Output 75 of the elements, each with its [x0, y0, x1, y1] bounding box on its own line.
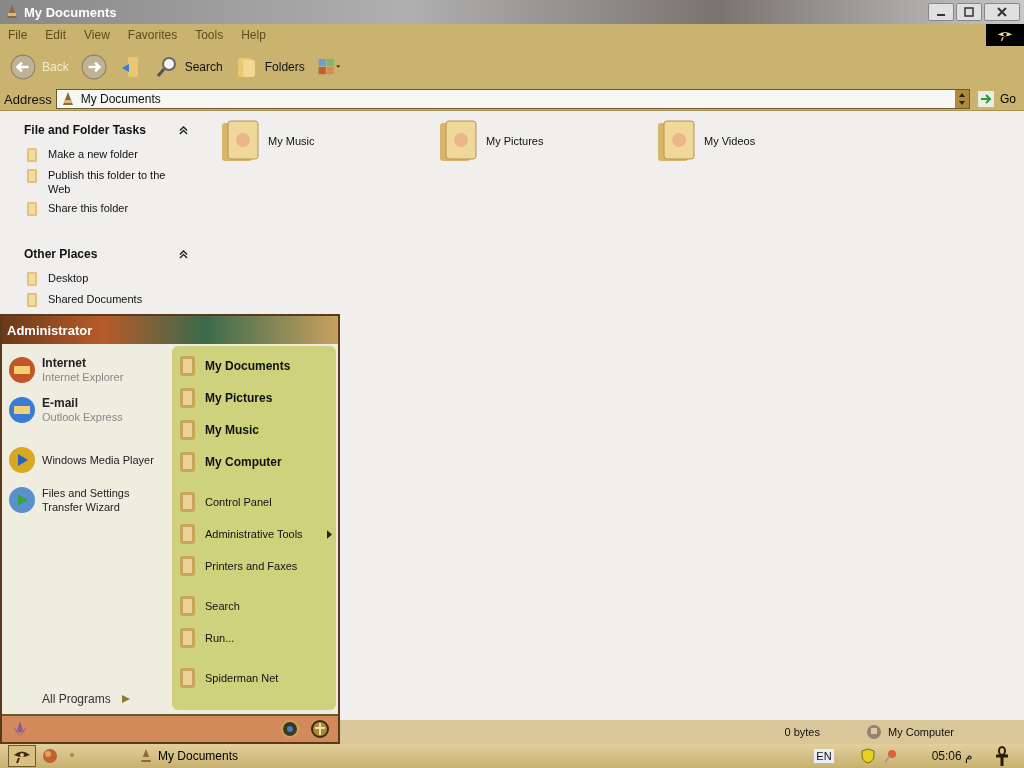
menu-item[interactable]: Edit — [45, 28, 67, 42]
close-button[interactable] — [984, 3, 1020, 21]
program-item[interactable]: Windows Media Player — [6, 440, 170, 480]
close-icon — [997, 7, 1007, 17]
clock[interactable]: 05:06 م — [931, 749, 972, 763]
address-label: Address — [4, 91, 52, 107]
user-name: Administrator — [7, 322, 93, 338]
ankh-icon[interactable] — [994, 746, 1010, 766]
task-link[interactable]: Shared Documents — [48, 292, 143, 306]
menu-item[interactable]: Help — [241, 28, 266, 42]
shield-icon[interactable] — [859, 748, 876, 764]
folder-icon — [24, 147, 40, 163]
statue-icon — [138, 748, 154, 764]
folder-name[interactable]: My Music — [268, 135, 315, 147]
program-icon — [6, 354, 38, 386]
language-indicator[interactable]: EN — [814, 749, 834, 763]
place-item[interactable]: Control Panel — [176, 486, 332, 518]
program-item[interactable]: E-mail Outlook Express — [6, 390, 170, 430]
computer-icon — [865, 724, 882, 740]
folder-icon — [24, 201, 40, 217]
minimize-icon — [937, 14, 945, 16]
minimize-button[interactable] — [928, 3, 954, 21]
pane-title: Other Places — [24, 247, 98, 261]
folder-name[interactable]: My Videos — [704, 135, 756, 147]
status-zone: My Computer — [887, 726, 954, 738]
start-button[interactable] — [8, 745, 36, 767]
window-title: My Documents — [24, 4, 118, 20]
place-item[interactable]: My Documents — [176, 350, 332, 382]
place-item[interactable]: My Pictures — [176, 382, 332, 414]
program-item[interactable]: Internet Internet Explorer — [6, 350, 170, 390]
place-item[interactable]: My Music — [176, 414, 332, 446]
folder-icon[interactable] — [656, 119, 696, 163]
folder-icon[interactable] — [220, 119, 260, 163]
pane-title: File and Folder Tasks — [24, 123, 146, 137]
status-size: 0 bytes — [784, 726, 820, 738]
maximize-icon — [964, 7, 974, 17]
address-field[interactable]: My Documents — [55, 89, 970, 109]
folder-icon — [24, 168, 40, 184]
window-icon — [4, 4, 20, 20]
task-link[interactable]: Share this folder — [48, 201, 129, 215]
search-button[interactable]: Search — [150, 50, 227, 84]
play-icon — [6, 444, 38, 476]
task-link[interactable]: Desktop — [48, 271, 89, 285]
task-link[interactable]: Publish this folder to the Web — [48, 168, 174, 196]
collapse-icon[interactable] — [179, 249, 188, 259]
folders-button[interactable]: Folders — [230, 50, 309, 84]
place-item[interactable]: Printers and Faxes — [176, 550, 332, 582]
place-item[interactable]: Search — [176, 590, 332, 622]
folder-name[interactable]: My Pictures — [486, 135, 544, 147]
arrow-icon — [120, 694, 131, 704]
taskbar-button[interactable]: My Documents — [138, 748, 239, 764]
search-icon — [154, 55, 179, 79]
menu-item[interactable]: Favorites — [127, 28, 178, 42]
globe-icon[interactable] — [42, 748, 58, 764]
go-button[interactable]: Go — [974, 91, 1020, 107]
maximize-button[interactable] — [956, 3, 982, 21]
program-item[interactable]: Files and Settings Transfer Wizard — [6, 480, 170, 520]
place-item[interactable]: Run... — [176, 622, 332, 654]
place-item[interactable]: My Computer — [176, 446, 332, 478]
program-icon — [6, 394, 38, 426]
folder-icon — [24, 292, 40, 308]
all-programs-button[interactable]: All Programs — [6, 692, 131, 706]
place-item[interactable]: Spiderman Net — [176, 662, 332, 694]
task-link[interactable]: Make a new folder — [48, 147, 138, 161]
menu-item[interactable]: File — [8, 28, 28, 42]
folder-icon[interactable] — [438, 119, 478, 163]
place-item[interactable]: Administrative Tools — [176, 518, 332, 550]
menu-item[interactable]: Tools — [195, 28, 224, 42]
pin-icon[interactable] — [881, 748, 898, 764]
play-icon — [6, 484, 38, 516]
folder-icon — [24, 271, 40, 287]
menu-item[interactable]: View — [84, 28, 110, 42]
collapse-icon[interactable] — [179, 125, 188, 135]
go-arrow-icon — [978, 91, 994, 107]
dropdown-arrows-icon[interactable] — [955, 90, 969, 108]
